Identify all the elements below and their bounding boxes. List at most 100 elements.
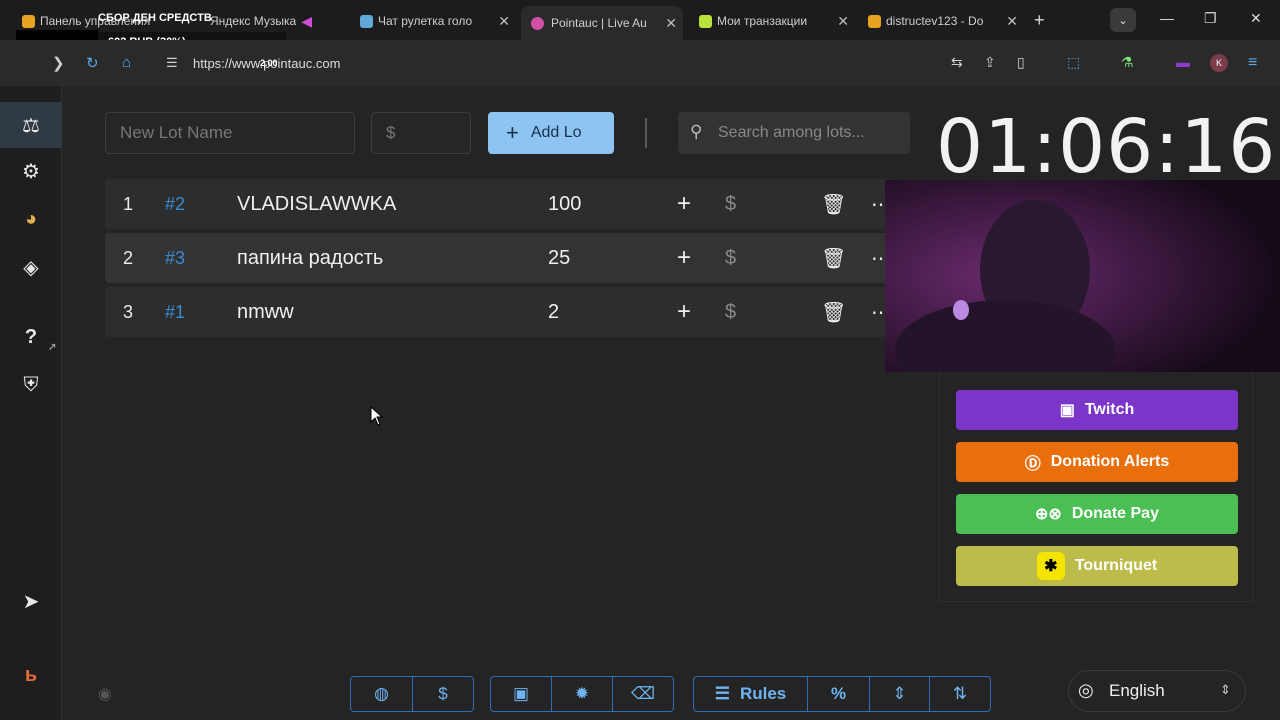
donation-alerts-label: Donation Alerts bbox=[1050, 453, 1170, 470]
sidebar-item-wheel[interactable]: ◕ bbox=[0, 196, 62, 242]
bug-report-button[interactable]: ✹ bbox=[552, 677, 613, 711]
lot-name[interactable]: nmww bbox=[237, 301, 294, 324]
gavel-icon: ⚖ bbox=[22, 114, 40, 137]
close-icon[interactable]: ✕ bbox=[1006, 13, 1018, 30]
add-amount-icon[interactable]: + bbox=[677, 190, 691, 218]
tab-title: Мои транзакции bbox=[717, 14, 808, 28]
bookmark-icon[interactable]: ▯ bbox=[1017, 54, 1025, 71]
tab-search-button[interactable]: ⌄ bbox=[1110, 8, 1136, 32]
save-icon: ▣ bbox=[512, 684, 530, 703]
percent-button[interactable]: % bbox=[808, 677, 870, 711]
trash-icon[interactable]: 🗑 bbox=[821, 246, 846, 271]
add-amount-icon[interactable]: + bbox=[677, 244, 691, 272]
tab-pointauc[interactable]: Pointauc | Live Au ✕ bbox=[521, 6, 683, 40]
trash-icon[interactable]: 🗑 bbox=[821, 192, 846, 217]
minimize-button[interactable]: — bbox=[1160, 10, 1174, 26]
new-tab-button[interactable]: + bbox=[1034, 10, 1045, 31]
donate-pay-label: Donate Pay bbox=[1071, 505, 1159, 522]
compact-view-button[interactable]: ⇕ bbox=[870, 677, 930, 711]
lot-row: 2 #3 папина радость 25 + $ 🗑 ⋯ bbox=[105, 233, 895, 283]
labs-icon[interactable]: ⚗ bbox=[1121, 54, 1134, 71]
reload-icon[interactable]: ↻ bbox=[86, 54, 99, 72]
dollar-icon[interactable]: $ bbox=[725, 193, 736, 216]
sidebar-item-shield[interactable]: ⛨ bbox=[0, 362, 62, 408]
tourniquet-label: Tourniquet bbox=[1074, 557, 1158, 574]
trash-icon[interactable]: 🗑 bbox=[821, 300, 846, 325]
lot-row: 1 #2 VLADISLAWWKA 100 + $ 🗑 ⋯ bbox=[105, 179, 895, 229]
menu-icon[interactable]: ≡ bbox=[1248, 54, 1257, 72]
language-value: English bbox=[1109, 681, 1165, 700]
tab-transactions[interactable]: Мои транзакции ✕ bbox=[695, 6, 855, 36]
favicon-icon bbox=[360, 14, 373, 28]
add-lot-label: Add Lo bbox=[530, 124, 582, 141]
lot-amount[interactable]: 25 bbox=[548, 247, 570, 270]
donate-pay-button[interactable]: ⊕⊗ Donate Pay bbox=[956, 494, 1238, 534]
tourniquet-button[interactable]: ✱ Tourniquet bbox=[956, 546, 1238, 586]
tab-distructev[interactable]: distructev123 - Do ✕ bbox=[864, 6, 1024, 36]
lot-id: #3 bbox=[165, 247, 186, 268]
sidebar-item-auction[interactable]: ⚖ bbox=[0, 102, 62, 148]
sidebar-item-telegram[interactable]: ➤ bbox=[0, 578, 62, 624]
tab-title: Чат рулетка голо bbox=[378, 14, 473, 28]
share-icon[interactable]: ⇪ bbox=[984, 54, 996, 71]
lot-amount-input[interactable]: $ bbox=[371, 112, 471, 154]
lot-name-input[interactable]: New Lot Name bbox=[105, 112, 355, 154]
add-amount-icon[interactable]: + bbox=[677, 298, 691, 326]
extensions-icon[interactable]: ⬚ bbox=[1067, 54, 1080, 71]
dollar-icon: $ bbox=[438, 684, 448, 703]
sort-button[interactable]: ⇅ bbox=[930, 677, 990, 711]
home-icon[interactable]: ⌂ bbox=[122, 54, 131, 71]
twitch-icon: ▣ bbox=[1059, 402, 1075, 419]
tab-chat-roulette[interactable]: Чат рулетка голо ✕ bbox=[356, 6, 516, 36]
close-icon[interactable]: ✕ bbox=[665, 15, 677, 32]
rules-button[interactable]: ☰ Rules bbox=[694, 677, 808, 711]
close-icon[interactable]: ✕ bbox=[837, 13, 849, 30]
donate-button[interactable]: $ bbox=[413, 677, 473, 711]
favicon-icon bbox=[22, 14, 35, 28]
forward-icon[interactable]: ❯ bbox=[52, 54, 65, 72]
sidebar-item-layers[interactable]: ◈ bbox=[0, 244, 62, 290]
search-placeholder: Search among lots... bbox=[718, 124, 865, 141]
plus-icon: + bbox=[506, 120, 519, 145]
twitch-button[interactable]: ▣ Twitch bbox=[956, 390, 1238, 430]
restore-button[interactable]: ❐ bbox=[1204, 10, 1217, 27]
save-button[interactable]: ▣ bbox=[491, 677, 552, 711]
add-lot-button[interactable]: + Add Lo bbox=[488, 112, 614, 154]
lot-name[interactable]: VLADISLAWWKA bbox=[237, 193, 396, 216]
lot-id: #2 bbox=[165, 193, 186, 214]
donation-alerts-icon: Ⓓ bbox=[1024, 456, 1041, 473]
clear-lots-button[interactable]: ⌫ bbox=[613, 677, 673, 711]
rules-icon: ☰ bbox=[714, 684, 730, 703]
url-overlay-text: 2.00 bbox=[260, 58, 278, 68]
gear-icon: ⚙ bbox=[22, 160, 40, 183]
webcam-overlay bbox=[885, 180, 1280, 372]
search-icon: ⚲ bbox=[690, 122, 703, 141]
dollar-icon[interactable]: $ bbox=[725, 247, 736, 270]
search-input[interactable]: Search among lots... bbox=[678, 112, 910, 154]
lot-rank: 1 bbox=[123, 193, 134, 214]
close-window-button[interactable]: ✕ bbox=[1250, 10, 1262, 27]
donation-alerts-button[interactable]: Ⓓ Donation Alerts bbox=[956, 442, 1238, 482]
sidebar-item-brand[interactable]: ь bbox=[0, 652, 62, 698]
dollar-icon[interactable]: $ bbox=[725, 301, 736, 324]
lot-amount[interactable]: 100 bbox=[548, 193, 581, 216]
globe-icon: ◎ bbox=[1078, 680, 1094, 700]
lot-name-placeholder: New Lot Name bbox=[120, 123, 233, 142]
layers-icon: ◈ bbox=[23, 256, 39, 279]
lot-amount[interactable]: 2 bbox=[548, 301, 559, 324]
telegram-icon: ➤ bbox=[22, 590, 40, 613]
chevron-down-icon: ⌄ bbox=[1118, 14, 1128, 27]
tourniquet-icon: ✱ bbox=[1036, 552, 1065, 580]
translate-icon[interactable]: ⇆ bbox=[951, 54, 963, 71]
lot-id: #1 bbox=[165, 301, 186, 322]
profile-avatar[interactable]: K bbox=[1210, 54, 1228, 72]
lot-name[interactable]: папина радость bbox=[237, 247, 383, 270]
speaker-icon[interactable]: ◀ bbox=[301, 13, 312, 30]
close-icon[interactable]: ✕ bbox=[498, 13, 510, 30]
github-button[interactable]: ◍ bbox=[351, 677, 413, 711]
sidebar-item-help[interactable]: ? ↗ bbox=[0, 314, 62, 360]
extension-purple-icon[interactable]: ▬ bbox=[1176, 54, 1190, 70]
eye-icon[interactable]: ◉ bbox=[98, 684, 112, 704]
sidebar-item-settings[interactable]: ⚙ bbox=[0, 148, 62, 194]
lot-row: 3 #1 nmww 2 + $ 🗑 ⋯ bbox=[105, 287, 895, 337]
